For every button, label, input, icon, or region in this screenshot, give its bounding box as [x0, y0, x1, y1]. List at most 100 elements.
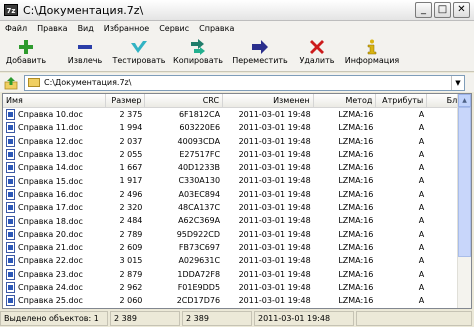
table-row[interactable]: Справка 13.doc 2 055 E27517FC 2011-03-01 19…: [3, 148, 471, 161]
address-bar: C:\Документация.7z\ ▼: [0, 73, 474, 92]
file-modified: 2011-03-01 19:48: [238, 282, 311, 292]
file-name-label: Справка 22.doc: [18, 256, 83, 266]
file-attributes: A: [418, 176, 425, 186]
file-size: 2 320: [119, 203, 143, 213]
column-name[interactable]: Имя: [3, 94, 106, 107]
word-document-icon: [6, 162, 15, 174]
status-bar: Выделено объектов: 1 2 389 2 389 2011-03…: [0, 310, 474, 327]
column-size[interactable]: Размер: [106, 94, 146, 107]
word-document-icon: [6, 175, 15, 187]
path-field[interactable]: C:\Документация.7z\ ▼: [24, 74, 465, 91]
table-row[interactable]: Справка 17.doc 2 320 48CA137C 2011-03-01 19…: [3, 201, 471, 214]
word-document-icon: [6, 122, 15, 134]
word-document-icon: [6, 242, 15, 254]
path-dropdown-button[interactable]: ▼: [451, 75, 464, 90]
copy-arrows-icon: [189, 38, 207, 55]
menu-file[interactable]: Файл: [0, 24, 32, 33]
file-crc: 40D1233B: [177, 163, 221, 173]
file-modified: 2011-03-01 19:48: [238, 229, 311, 239]
column-attributes[interactable]: Атрибуты: [376, 94, 428, 107]
file-name: Справка 20.doc: [3, 228, 106, 241]
plus-icon: [17, 38, 35, 55]
file-attributes: A: [418, 242, 425, 252]
delete-button[interactable]: Удалить: [295, 36, 339, 65]
table-row[interactable]: Справка 21.doc 2 609 FB73C697 2011-03-01 19…: [3, 241, 471, 254]
file-name-label: Справка 21.doc: [18, 243, 83, 253]
table-row[interactable]: Справка 20.doc 2 789 95D922CD 2011-03-01 19…: [3, 228, 471, 241]
table-row[interactable]: Справка 22.doc 3 015 A029631C 2011-03-01 19…: [3, 254, 471, 267]
word-document-icon: [6, 295, 15, 307]
table-row[interactable]: Справка 23.doc 2 879 1DDA72F8 2011-03-01 19…: [3, 268, 471, 281]
file-method: LZMA:16: [338, 163, 374, 173]
word-document-icon: [6, 268, 15, 280]
table-row[interactable]: Справка 25.doc 2 060 2CD17D76 2011-03-01 19…: [3, 294, 471, 307]
file-name: Справка 13.doc: [3, 148, 106, 161]
table-row[interactable]: Справка 12.doc 2 037 40093CDA 2011-03-01 19…: [3, 135, 471, 148]
file-size: 2 879: [119, 269, 143, 279]
vertical-scrollbar[interactable]: ▲: [457, 94, 471, 308]
table-row[interactable]: Справка 18.doc 2 484 A62C369A 2011-03-01 19…: [3, 214, 471, 227]
file-name: Справка 11.doc: [3, 121, 106, 134]
file-size: 1 917: [119, 176, 143, 186]
title-bar: 7z C:\Документация.7z\ _ □ ✕: [0, 0, 474, 21]
word-document-icon: [6, 135, 15, 147]
scrollbar-thumb[interactable]: [458, 107, 471, 257]
info-button[interactable]: Информация: [345, 36, 399, 65]
delete-x-icon: [308, 38, 326, 55]
table-row[interactable]: Справка 10.doc 2 375 6F1812CA 2011-03-01 19…: [3, 108, 471, 121]
file-attributes: A: [418, 296, 425, 306]
file-method: LZMA:16: [338, 296, 374, 306]
toolbar: Добавить Извлечь Тестировать Копировать …: [0, 36, 474, 72]
file-method: LZMA:16: [338, 136, 374, 146]
extract-button[interactable]: Извлечь: [63, 36, 107, 65]
file-size: 3 015: [119, 256, 143, 266]
file-size: 2 037: [119, 136, 143, 146]
file-modified: 2011-03-01 19:48: [238, 149, 311, 159]
file-modified: 2011-03-01 19:48: [238, 269, 311, 279]
file-method: LZMA:16: [338, 203, 374, 213]
menu-view[interactable]: Вид: [73, 24, 99, 33]
word-document-icon: [6, 149, 15, 161]
maximize-button[interactable]: □: [434, 2, 451, 18]
menu-tools[interactable]: Сервис: [154, 24, 194, 33]
move-button[interactable]: Переместить: [231, 36, 289, 65]
file-name-label: Справка 24.doc: [18, 283, 83, 292]
scroll-up-arrow-icon[interactable]: ▲: [458, 94, 471, 107]
table-row[interactable]: Справка 14.doc 1 667 40D1233B 2011-03-01 19…: [3, 161, 471, 174]
file-crc: 603220E6: [179, 123, 221, 133]
file-modified: 2011-03-01 19:48: [238, 256, 311, 266]
file-name: Справка 25.doc: [3, 294, 106, 307]
column-method[interactable]: Метод: [314, 94, 377, 107]
test-button[interactable]: Тестировать: [111, 36, 167, 65]
file-crc: E27517FC: [179, 149, 221, 159]
column-modified[interactable]: Изменен: [223, 94, 314, 107]
add-button[interactable]: Добавить: [3, 36, 49, 65]
column-crc[interactable]: CRC: [145, 94, 224, 107]
file-name: Справка 18.doc: [3, 214, 106, 227]
file-size: 1 994: [119, 123, 143, 133]
menu-help[interactable]: Справка: [194, 24, 239, 33]
file-modified: 2011-03-01 19:48: [238, 242, 311, 252]
file-name-label: Справка 18.doc: [18, 216, 83, 226]
minimize-button[interactable]: _: [415, 2, 432, 18]
file-attributes: A: [418, 229, 425, 239]
file-attributes: A: [418, 110, 425, 119]
table-row[interactable]: Справка 11.doc 1 994 603220E6 2011-03-01 19…: [3, 121, 471, 134]
file-crc: 95D922CD: [176, 229, 221, 239]
file-attributes: A: [418, 136, 425, 146]
menu-favorites[interactable]: Избранное: [99, 24, 154, 33]
status-size: 2 389: [110, 311, 180, 326]
file-name: Справка 21.doc: [3, 241, 106, 254]
file-modified: 2011-03-01 19:48: [238, 123, 311, 133]
close-button[interactable]: ✕: [453, 2, 470, 18]
file-attributes: A: [418, 189, 425, 199]
file-modified: 2011-03-01 19:48: [238, 176, 311, 186]
folder-up-button[interactable]: [3, 75, 19, 91]
table-row[interactable]: Справка 15.doc 1 917 C330A130 2011-03-01 19…: [3, 174, 471, 187]
minus-icon: [76, 38, 94, 55]
table-row[interactable]: Справка 24.doc 2 962 F01E9DD5 2011-03-01 19…: [3, 281, 471, 294]
copy-button[interactable]: Копировать: [170, 36, 226, 65]
file-name-label: Справка 16.doc: [18, 189, 83, 199]
table-row[interactable]: Справка 16.doc 2 496 A03EC894 2011-03-01 19…: [3, 188, 471, 201]
menu-edit[interactable]: Правка: [32, 24, 72, 33]
